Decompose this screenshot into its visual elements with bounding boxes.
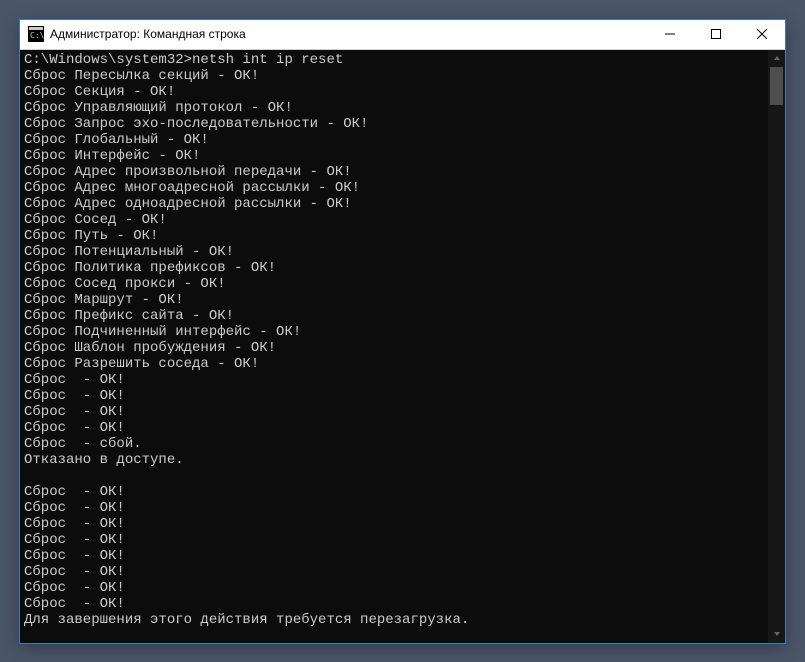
cmd-icon: C:\	[28, 26, 44, 42]
window-title: Администратор: Командная строка	[50, 27, 647, 41]
scroll-thumb[interactable]	[770, 67, 783, 105]
close-button[interactable]	[739, 20, 785, 49]
window-controls	[647, 20, 785, 49]
console-area: C:\Windows\system32>netsh int ip reset С…	[20, 50, 785, 643]
minimize-button[interactable]	[647, 20, 693, 49]
svg-text:C:\: C:\	[30, 31, 44, 40]
cmd-window: C:\ Администратор: Командная строка C:\W…	[19, 19, 786, 644]
scroll-track[interactable]	[768, 67, 785, 626]
scrollbar[interactable]	[768, 50, 785, 643]
scroll-up-button[interactable]	[768, 50, 785, 67]
maximize-button[interactable]	[693, 20, 739, 49]
scroll-down-button[interactable]	[768, 626, 785, 643]
console-output[interactable]: C:\Windows\system32>netsh int ip reset С…	[20, 50, 768, 643]
titlebar[interactable]: C:\ Администратор: Командная строка	[20, 20, 785, 50]
